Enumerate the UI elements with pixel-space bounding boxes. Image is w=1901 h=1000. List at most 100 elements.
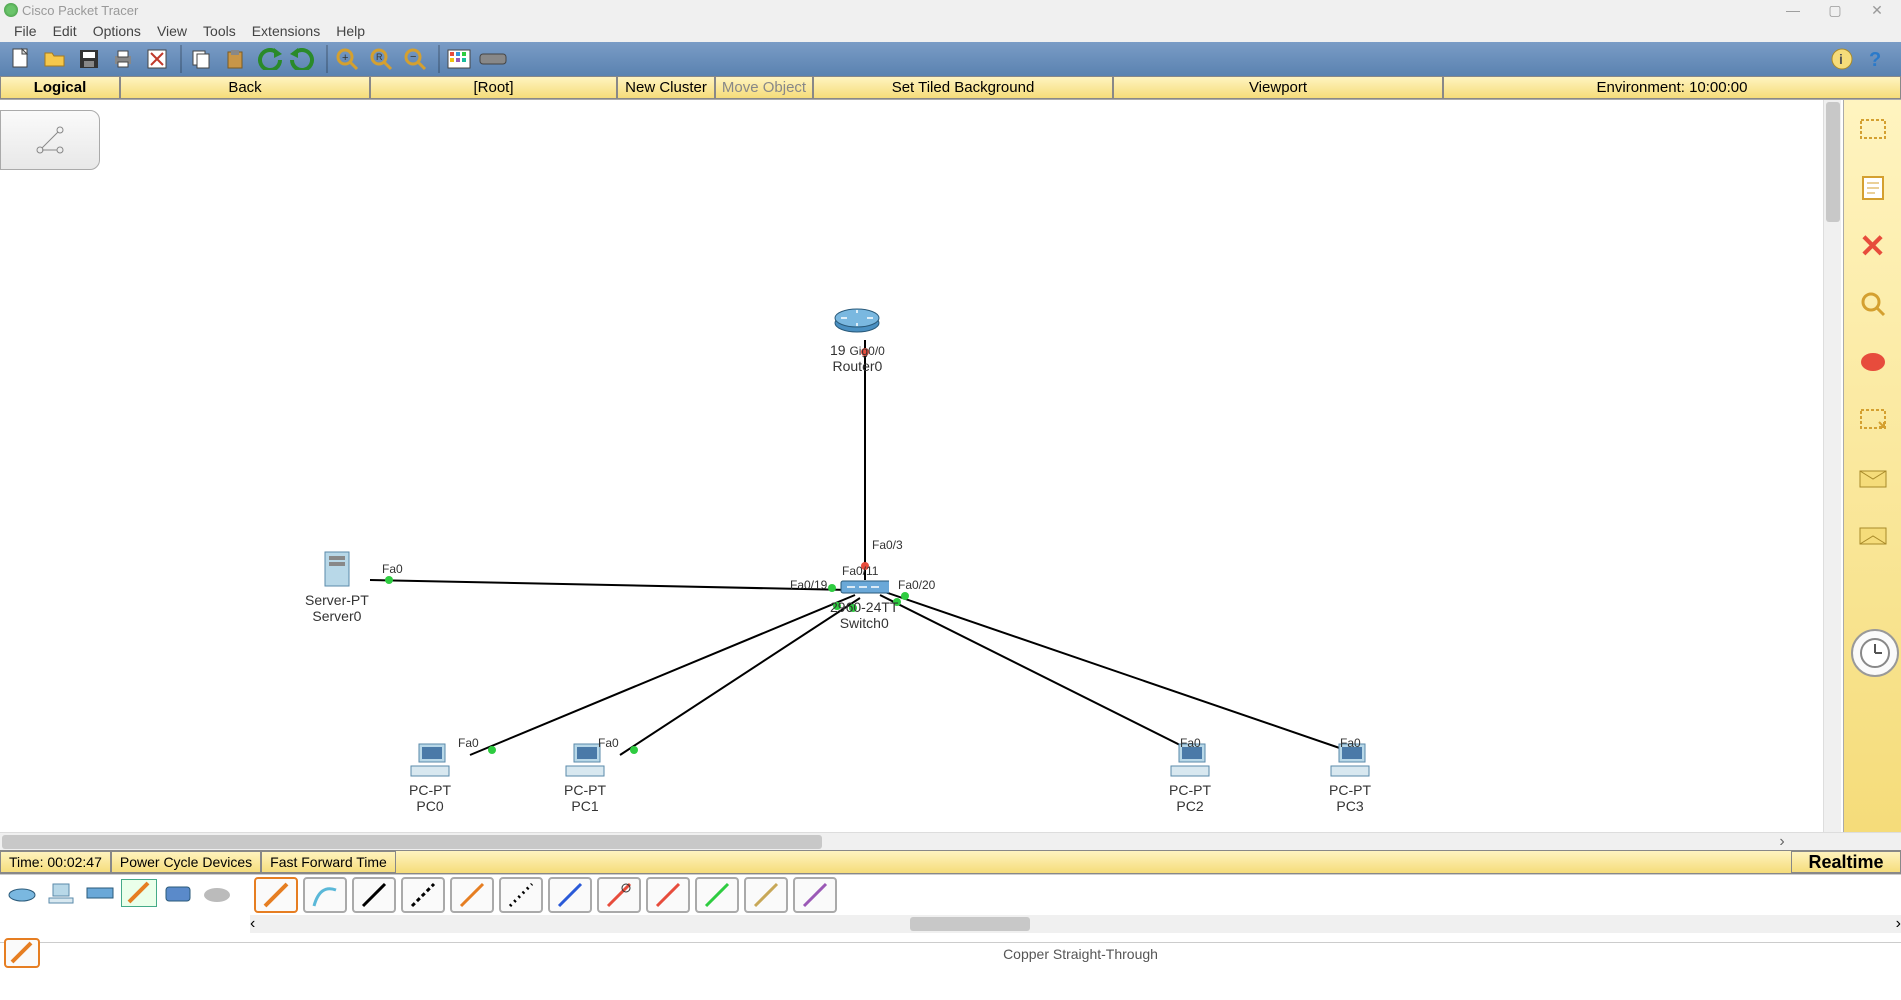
connection-octal-icon[interactable] xyxy=(695,877,739,913)
category-network-devices-icon[interactable] xyxy=(4,879,40,907)
viewport-button[interactable]: Viewport xyxy=(1113,76,1443,99)
device-pc2[interactable]: PC-PT PC2 xyxy=(1165,740,1215,814)
connection-coaxial-icon[interactable] xyxy=(548,877,592,913)
connection-phone-icon[interactable] xyxy=(499,877,543,913)
category-multiuser-icon[interactable] xyxy=(160,879,196,907)
device-switch0[interactable]: 2960-24TT Switch0 xyxy=(830,575,898,631)
menu-options[interactable]: Options xyxy=(85,23,149,39)
canvas[interactable]: 19 Gig0/0 Router0 2960-24TT Switch0 Fa0/… xyxy=(0,100,1841,832)
device-type-label: PC-PT xyxy=(1165,782,1215,798)
new-cluster-button[interactable]: New Cluster xyxy=(617,76,715,99)
switch-port-label: Fa0/11 xyxy=(842,564,878,578)
set-tiled-background-button[interactable]: Set Tiled Background xyxy=(813,76,1113,99)
inspect-tool-icon[interactable] xyxy=(1853,284,1893,324)
vertical-scrollbar[interactable] xyxy=(1823,100,1841,832)
resize-shape-icon[interactable] xyxy=(1853,400,1893,440)
device-type-label: Server-PT xyxy=(305,592,369,608)
environment-button[interactable]: Environment: 10:00:00 xyxy=(1443,76,1901,99)
network-info-icon[interactable]: i xyxy=(1827,45,1857,73)
print-icon[interactable] xyxy=(108,45,138,73)
add-simple-pdu-icon[interactable] xyxy=(1853,458,1893,498)
logical-nav-bar: Logical Back [Root] New Cluster Move Obj… xyxy=(0,76,1901,100)
menu-extensions[interactable]: Extensions xyxy=(244,23,328,39)
device-pc1[interactable]: PC-PT PC1 xyxy=(560,740,610,814)
category-end-devices-icon[interactable] xyxy=(43,879,79,907)
device-server0[interactable]: Server-PT Server0 xyxy=(305,550,369,624)
add-complex-pdu-icon[interactable] xyxy=(1853,516,1893,556)
switch-port-label: Fa0/20 xyxy=(898,578,935,592)
connection-serial-dte-icon[interactable] xyxy=(646,877,690,913)
connection-serial-dce-icon[interactable] xyxy=(597,877,641,913)
link-status-dot xyxy=(630,746,638,754)
maximize-button[interactable]: ▢ xyxy=(1815,1,1855,19)
device-pc0[interactable]: PC-PT PC0 xyxy=(405,740,455,814)
device-label: Server0 xyxy=(305,608,369,624)
category-connections-icon[interactable] xyxy=(121,879,157,907)
connection-copper-cross-icon[interactable] xyxy=(401,877,445,913)
close-button[interactable]: ✕ xyxy=(1857,1,1897,19)
device-label: PC1 xyxy=(560,798,610,814)
device-label: PC3 xyxy=(1325,798,1375,814)
back-button[interactable]: Back xyxy=(120,76,370,99)
menu-view[interactable]: View xyxy=(149,23,195,39)
connection-copper-straight-icon[interactable] xyxy=(352,877,396,913)
menu-bar: File Edit Options View Tools Extensions … xyxy=(0,20,1901,42)
select-tool-icon[interactable] xyxy=(1853,110,1893,150)
menu-tools[interactable]: Tools xyxy=(195,23,244,39)
open-file-icon[interactable] xyxy=(40,45,70,73)
connection-auto-icon[interactable] xyxy=(254,877,298,913)
link-status-dot xyxy=(488,746,496,754)
device-type-label: PC-PT xyxy=(1325,782,1375,798)
device-pc3[interactable]: PC-PT PC3 xyxy=(1325,740,1375,814)
palette-icon[interactable] xyxy=(444,45,474,73)
device-router0[interactable]: 19 Gig0/0 Router0 xyxy=(830,300,885,374)
custom-device-icon[interactable] xyxy=(478,45,508,73)
app-icon xyxy=(4,3,18,17)
logical-physical-toggle[interactable]: Logical xyxy=(0,76,120,99)
category-cloud-icon[interactable] xyxy=(199,879,235,907)
svg-text:R: R xyxy=(376,52,383,62)
menu-file[interactable]: File xyxy=(6,23,45,39)
fast-forward-button[interactable]: Fast Forward Time xyxy=(261,851,396,873)
menu-edit[interactable]: Edit xyxy=(45,23,85,39)
activity-wizard-icon[interactable] xyxy=(142,45,172,73)
connection-scrollbar[interactable]: ‹ › xyxy=(250,915,1901,933)
realtime-simulation-toggle[interactable]: Realtime xyxy=(1791,851,1901,873)
menu-help[interactable]: Help xyxy=(328,23,373,39)
save-file-icon[interactable] xyxy=(74,45,104,73)
copy-icon[interactable] xyxy=(186,45,216,73)
server-icon xyxy=(312,550,362,590)
zoom-out-icon[interactable]: − xyxy=(400,45,430,73)
zoom-reset-icon[interactable]: R xyxy=(366,45,396,73)
move-object-button[interactable]: Move Object xyxy=(715,76,813,99)
realtime-clock-icon[interactable] xyxy=(1851,629,1899,677)
connection-auto-selected-icon[interactable] xyxy=(4,938,40,968)
power-cycle-button[interactable]: Power Cycle Devices xyxy=(111,851,261,873)
pc-port-label: Fa0 xyxy=(458,736,479,750)
switch-port-label: Fa0/19 xyxy=(790,578,827,592)
main-toolbar: + R − i ? xyxy=(0,42,1901,76)
draw-ellipse-icon[interactable] xyxy=(1853,342,1893,382)
connection-console-icon[interactable] xyxy=(303,877,347,913)
pc-port-label: Fa0 xyxy=(598,736,619,750)
connection-fiber-icon[interactable] xyxy=(450,877,494,913)
zoom-in-icon[interactable]: + xyxy=(332,45,362,73)
connection-custom-icon[interactable] xyxy=(793,877,837,913)
root-path[interactable]: [Root] xyxy=(370,76,617,99)
svg-text:i: i xyxy=(1839,51,1843,67)
paste-icon[interactable] xyxy=(220,45,250,73)
help-icon[interactable]: ? xyxy=(1861,45,1891,73)
delete-tool-icon[interactable]: ✕ xyxy=(1853,226,1893,266)
new-file-icon[interactable] xyxy=(6,45,36,73)
undo-icon[interactable] xyxy=(254,45,284,73)
place-note-icon[interactable] xyxy=(1853,168,1893,208)
workspace[interactable]: 19 Gig0/0 Router0 2960-24TT Switch0 Fa0/… xyxy=(0,100,1901,832)
horizontal-scrollbar[interactable]: ‹ › xyxy=(0,832,1901,850)
redo-icon[interactable] xyxy=(288,45,318,73)
device-label: Switch0 xyxy=(830,615,898,631)
category-components-icon[interactable] xyxy=(82,879,118,907)
connection-usb-icon[interactable] xyxy=(744,877,788,913)
router-port-label: Gig0/0 xyxy=(849,344,884,358)
minimize-button[interactable]: — xyxy=(1773,1,1813,19)
subcategory-selected[interactable] xyxy=(0,934,260,973)
